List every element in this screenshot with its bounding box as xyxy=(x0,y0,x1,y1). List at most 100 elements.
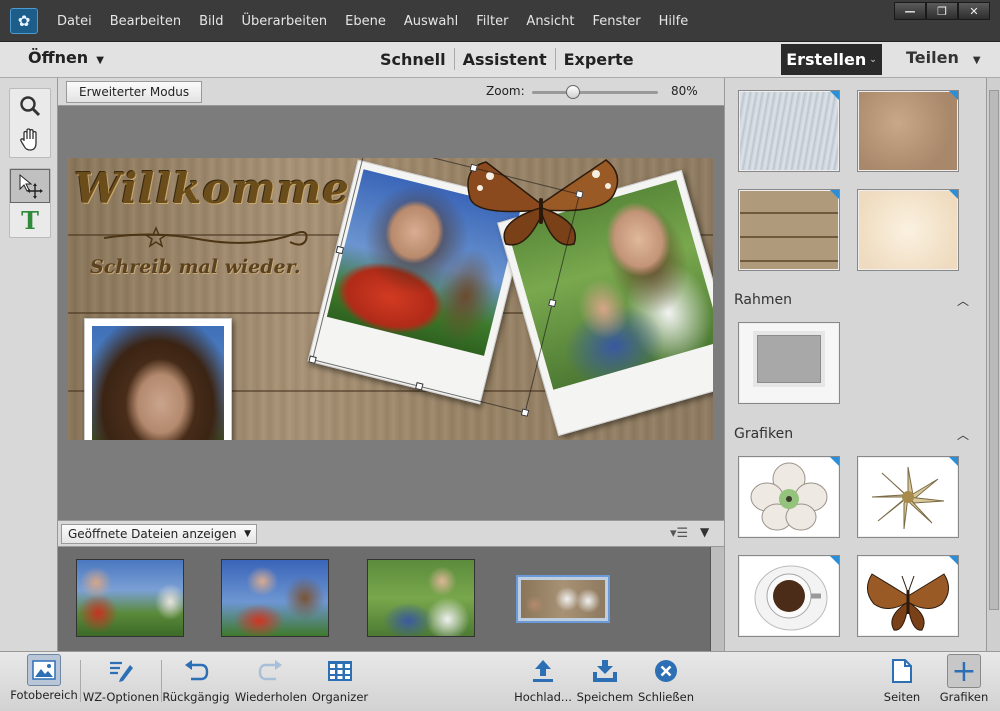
save-label: Speichem xyxy=(576,690,634,704)
graphic-tile-coffee[interactable] xyxy=(738,555,840,637)
flower-icon xyxy=(750,462,828,531)
minimize-button[interactable]: — xyxy=(894,2,926,20)
graphics-button[interactable]: + Grafiken xyxy=(934,654,994,708)
graphic-tile-flower[interactable] xyxy=(738,456,840,538)
portrait-photo[interactable] xyxy=(84,318,232,440)
canvas-area[interactable]: Willkommen! Schreib mal wieder. xyxy=(58,106,724,520)
background-tile-metal[interactable] xyxy=(738,90,840,172)
transform-handle[interactable] xyxy=(520,408,530,417)
photo-collage-document[interactable]: Willkommen! Schreib mal wieder. xyxy=(68,158,713,440)
frame-tile[interactable] xyxy=(738,322,840,404)
chevron-down-icon: ▼ xyxy=(972,55,981,66)
collapse-chevron-icon[interactable]: ▼ xyxy=(700,525,709,539)
upload-button[interactable]: Hochlad... xyxy=(510,654,576,708)
bin-thumbnail[interactable] xyxy=(76,559,184,637)
menu-hilfe[interactable]: Hilfe xyxy=(650,14,698,29)
bottom-taskbar: Fotobereich WZ-Optionen Rückgängig Wiede… xyxy=(0,651,1000,711)
frame-preview xyxy=(757,335,821,383)
organizer-button[interactable]: Organizer xyxy=(310,654,370,708)
plus-icon: + xyxy=(947,654,981,689)
mode-tabs: Schnell Assistent Experte xyxy=(372,48,642,70)
restore-button[interactable]: ❐ xyxy=(926,2,958,20)
tool-panel: T xyxy=(0,78,58,651)
premium-badge-icon xyxy=(949,556,958,565)
taskbar-divider xyxy=(80,660,81,702)
subline-text[interactable]: Schreib mal wieder. xyxy=(90,256,300,278)
menu-datei[interactable]: Datei xyxy=(48,14,101,29)
menu-bild[interactable]: Bild xyxy=(190,14,232,29)
background-tile-paper[interactable] xyxy=(857,189,959,271)
bin-scrollbar[interactable] xyxy=(710,547,724,651)
menu-auswahl[interactable]: Auswahl xyxy=(395,14,467,29)
tab-experte[interactable]: Experte xyxy=(556,50,642,69)
close-window-button[interactable]: ✕ xyxy=(958,2,990,20)
bin-thumbnail[interactable] xyxy=(221,559,329,637)
redo-button[interactable]: Wiederholen xyxy=(234,654,308,708)
menu-ansicht[interactable]: Ansicht xyxy=(517,14,583,29)
mode-bar: Öffnen ▼ Schnell Assistent Experte Erstel… xyxy=(0,42,1000,78)
section-title-frames: Rahmen xyxy=(734,292,792,308)
background-tile-ornament[interactable] xyxy=(857,90,959,172)
zoom-slider-thumb[interactable] xyxy=(565,85,580,99)
create-button[interactable]: Erstellen ⌄ xyxy=(781,44,882,75)
extended-mode-button[interactable]: Erweiterter Modus xyxy=(66,81,203,103)
move-icon[interactable] xyxy=(10,169,50,203)
graphic-tile-dry-flower[interactable] xyxy=(857,456,959,538)
graphic-tile-butterfly[interactable] xyxy=(857,555,959,637)
background-tile-wood[interactable] xyxy=(738,189,840,271)
premium-badge-icon xyxy=(830,556,839,565)
canvas-toolbar: Erweiterter Modus Zoom: 80% xyxy=(58,78,724,106)
bin-thumbnail[interactable] xyxy=(367,559,475,637)
photo-bin-button[interactable]: Fotobereich xyxy=(8,654,80,708)
tool-options-label: WZ-Optionen xyxy=(82,690,160,704)
right-panel-scrollbar[interactable] xyxy=(986,78,1000,651)
hand-icon[interactable] xyxy=(10,123,50,157)
page-icon xyxy=(885,654,919,688)
undo-button[interactable]: Rückgängig xyxy=(162,654,230,708)
zoom-slider[interactable] xyxy=(532,85,658,99)
premium-badge-icon xyxy=(830,91,839,100)
photo-image xyxy=(92,326,224,440)
tool-options-button[interactable]: WZ-Optionen xyxy=(82,654,160,708)
scrollbar-thumb[interactable] xyxy=(989,90,999,610)
magnifier-icon[interactable] xyxy=(10,89,50,123)
butterfly-icon xyxy=(867,573,949,631)
open-button-label: Öffnen xyxy=(28,48,89,67)
organizer-icon xyxy=(323,654,357,688)
thumbnail-image xyxy=(521,580,605,618)
upload-label: Hochlad... xyxy=(514,690,572,704)
close-file-button[interactable]: Schließen xyxy=(636,654,696,708)
share-button[interactable]: Teilen ▼ xyxy=(906,48,981,67)
collapse-chevron-icon[interactable]: ︿ xyxy=(957,426,969,443)
pages-label: Seiten xyxy=(883,690,921,704)
menu-bearbeiten[interactable]: Bearbeiten xyxy=(101,14,190,29)
menu-fenster[interactable]: Fenster xyxy=(583,14,649,29)
save-download-icon xyxy=(588,654,622,688)
tab-assistent[interactable]: Assistent xyxy=(455,50,555,69)
redo-icon xyxy=(254,654,288,688)
open-files-dropdown[interactable]: Geöffnete Dateien anzeigen ▼ xyxy=(61,524,257,544)
photo-bin-label: Fotobereich xyxy=(10,688,78,702)
chevron-down-icon: ▼ xyxy=(244,529,251,539)
menu-ebene[interactable]: Ebene xyxy=(336,14,395,29)
menu-filter[interactable]: Filter xyxy=(467,14,517,29)
tool-options-icon xyxy=(104,654,138,688)
premium-badge-icon xyxy=(949,457,958,466)
open-button[interactable]: Öffnen ▼ xyxy=(28,48,104,67)
pages-button[interactable]: Seiten xyxy=(872,654,932,708)
open-files-dropdown-label: Geöffnete Dateien anzeigen xyxy=(68,527,237,541)
collapse-chevron-icon[interactable]: ︿ xyxy=(957,292,969,309)
premium-badge-icon xyxy=(830,190,839,199)
tab-schnell[interactable]: Schnell xyxy=(372,50,454,69)
bin-thumbnail-selected[interactable] xyxy=(516,575,610,623)
elements-logo-icon: ✿ xyxy=(10,8,38,34)
text-tool-icon[interactable]: T xyxy=(10,203,50,237)
premium-badge-icon xyxy=(949,91,958,100)
menu-ueberarbeiten[interactable]: Überarbeiten xyxy=(233,14,337,29)
bin-menu-icon[interactable]: ▾☰ xyxy=(670,526,688,541)
coffee-cup-icon xyxy=(754,565,828,631)
save-button[interactable]: Speichem xyxy=(574,654,636,708)
butterfly-graphic-icon[interactable] xyxy=(456,158,626,250)
chevron-down-icon: ⌄ xyxy=(869,54,877,65)
dry-flower-icon xyxy=(871,466,945,530)
